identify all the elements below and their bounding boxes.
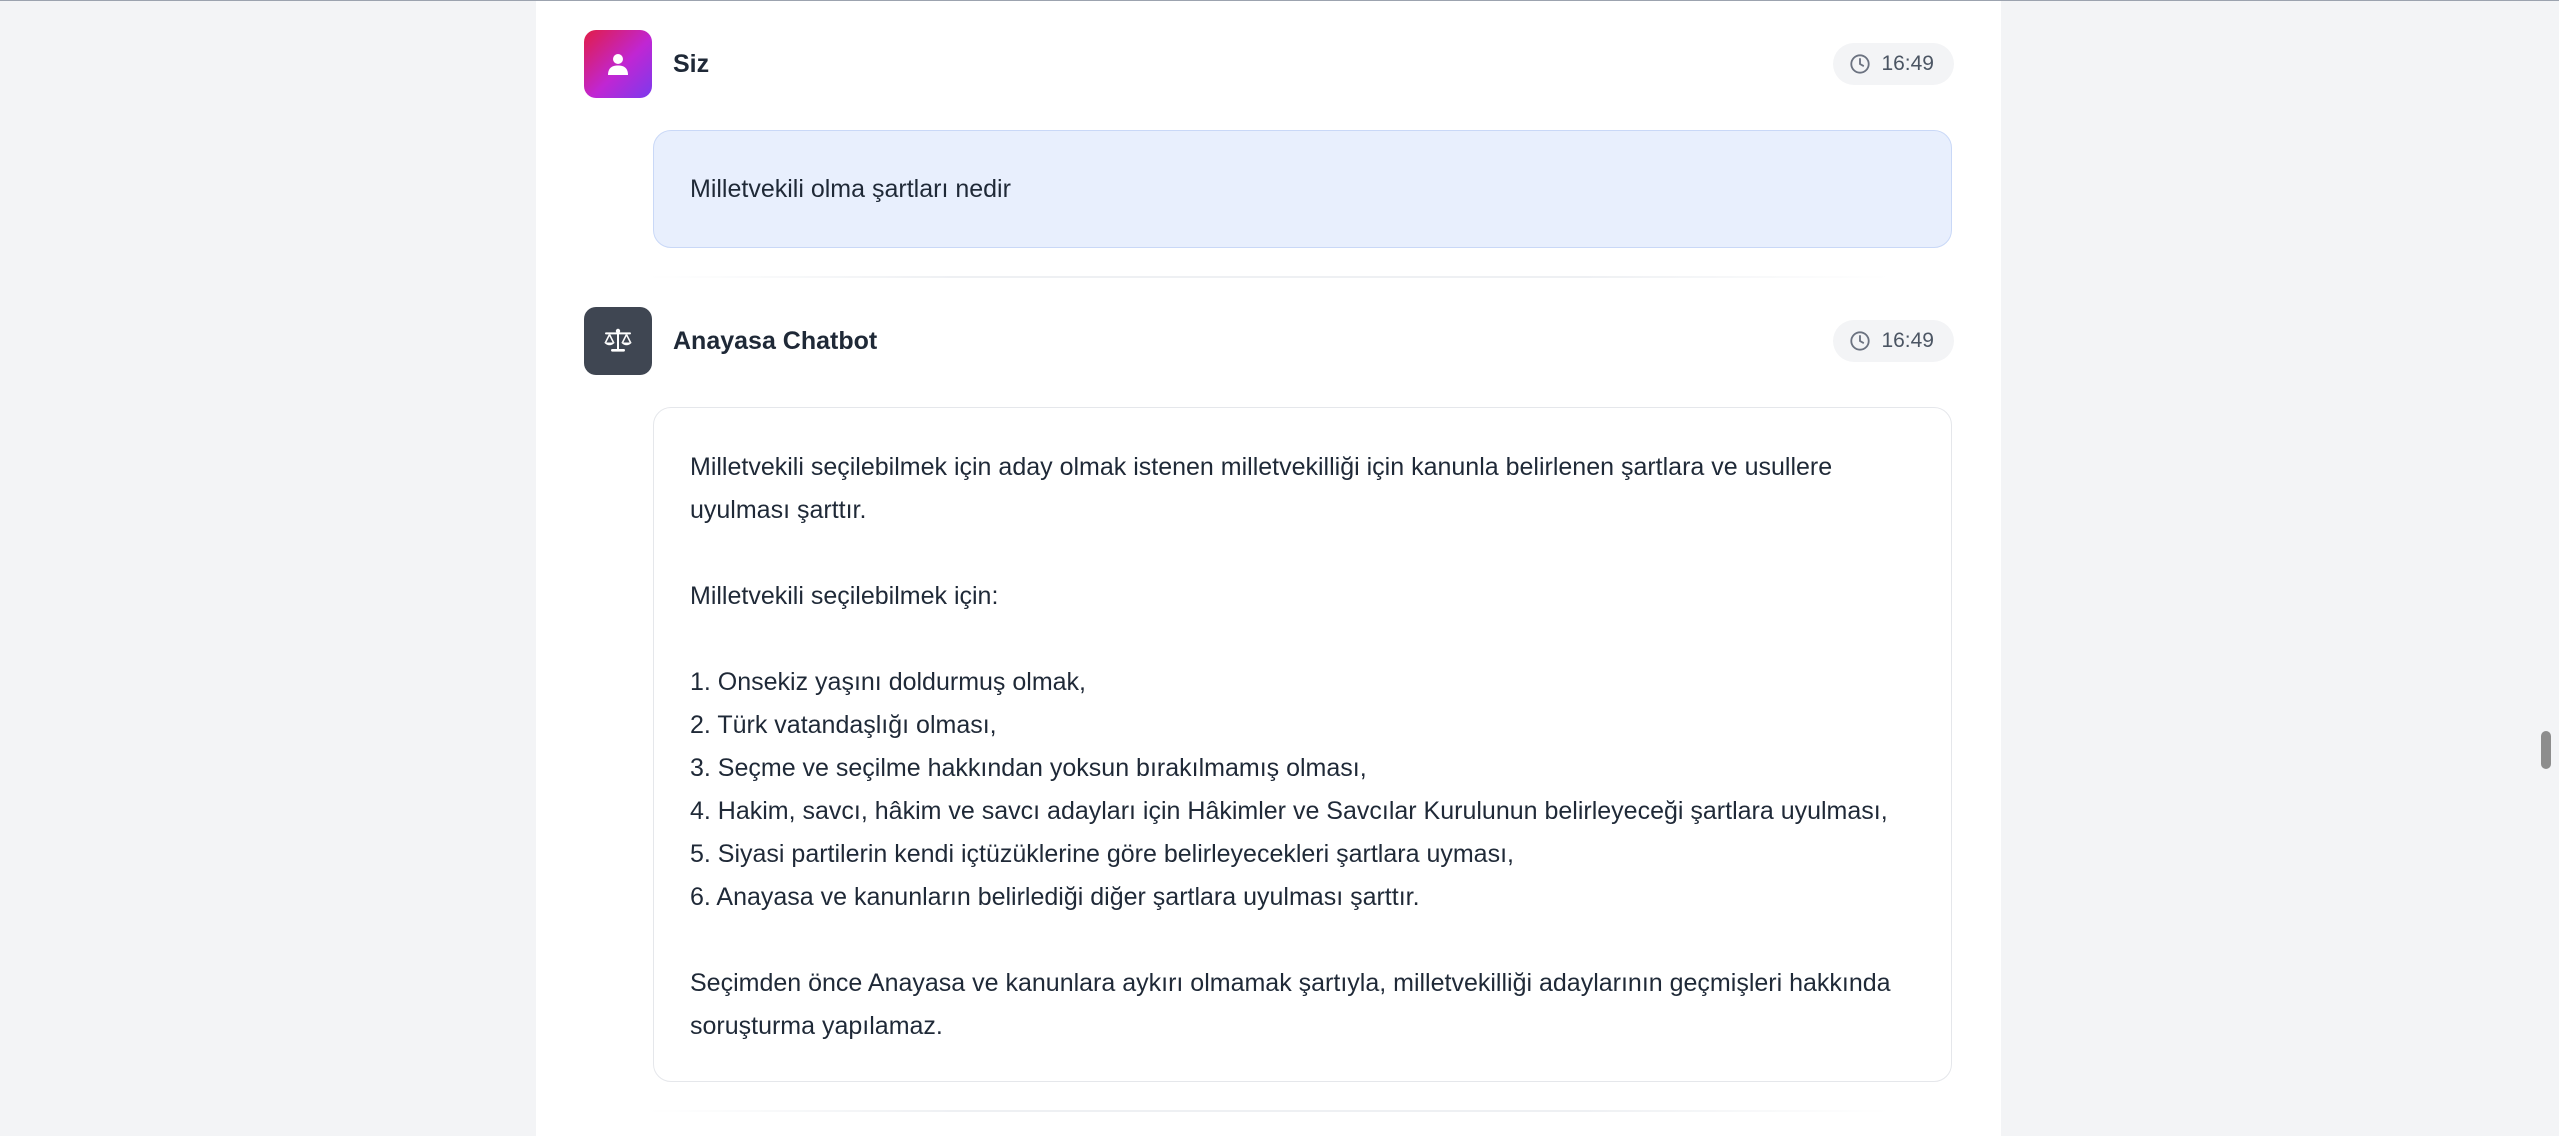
- bot-time-text: 16:49: [1881, 329, 1934, 352]
- page: Siz 16:49 Milletvekili olma şartları ned…: [0, 0, 2559, 1136]
- user-message-text: Milletvekili olma şartları nedir: [690, 174, 1011, 203]
- bot-intro-paragraph: Milletvekili seçilebilmek için aday olma…: [690, 453, 1833, 524]
- scale-icon: [604, 328, 632, 352]
- chat-column[interactable]: Siz 16:49 Milletvekili olma şartları ned…: [536, 1, 2001, 1136]
- bot-sender-name: Anayasa Chatbot: [673, 327, 878, 355]
- bot-message-header: Anayasa Chatbot 16:49: [584, 307, 1954, 375]
- list-item: 4. Hakim, savcı, hâkim ve savcı adayları…: [690, 797, 1888, 825]
- list-item: 5. Siyasi partilerin kendi içtüzüklerine…: [690, 840, 1514, 868]
- user-sender-name: Siz: [673, 50, 710, 78]
- user-timestamp: 16:49: [1833, 43, 1954, 85]
- bot-closing-paragraph: Seçimden önce Anayasa ve kanunlara aykır…: [690, 969, 1891, 1040]
- user-time-text: 16:49: [1881, 52, 1934, 75]
- message-divider: [646, 1110, 1891, 1112]
- list-item: 6. Anayasa ve kanunların belirlediği diğ…: [690, 883, 1420, 911]
- requirements-list: 1. Onsekiz yaşını doldurmuş olmak, 2. Tü…: [690, 661, 1915, 919]
- bot-timestamp: 16:49: [1833, 320, 1954, 362]
- message-divider: [646, 276, 1891, 278]
- bot-list-title: Milletvekili seçilebilmek için:: [690, 582, 999, 610]
- user-icon: [608, 54, 628, 75]
- user-message-header: Siz 16:49: [584, 30, 1954, 98]
- user-avatar: [584, 30, 652, 98]
- list-item: 1. Onsekiz yaşını doldurmuş olmak,: [690, 668, 1086, 696]
- user-message-bubble: Milletvekili olma şartları nedir: [653, 130, 1952, 248]
- list-item: 2. Türk vatandaşlığı olması,: [690, 711, 997, 739]
- bot-avatar: [584, 307, 652, 375]
- clock-icon: [1850, 54, 1871, 74]
- list-item: 3. Seçme ve seçilme hakkından yoksun bır…: [690, 754, 1367, 782]
- scrollbar-thumb[interactable]: [2541, 731, 2551, 769]
- bot-message-bubble: Milletvekili seçilebilmek için aday olma…: [653, 407, 1952, 1082]
- clock-icon: [1850, 331, 1871, 351]
